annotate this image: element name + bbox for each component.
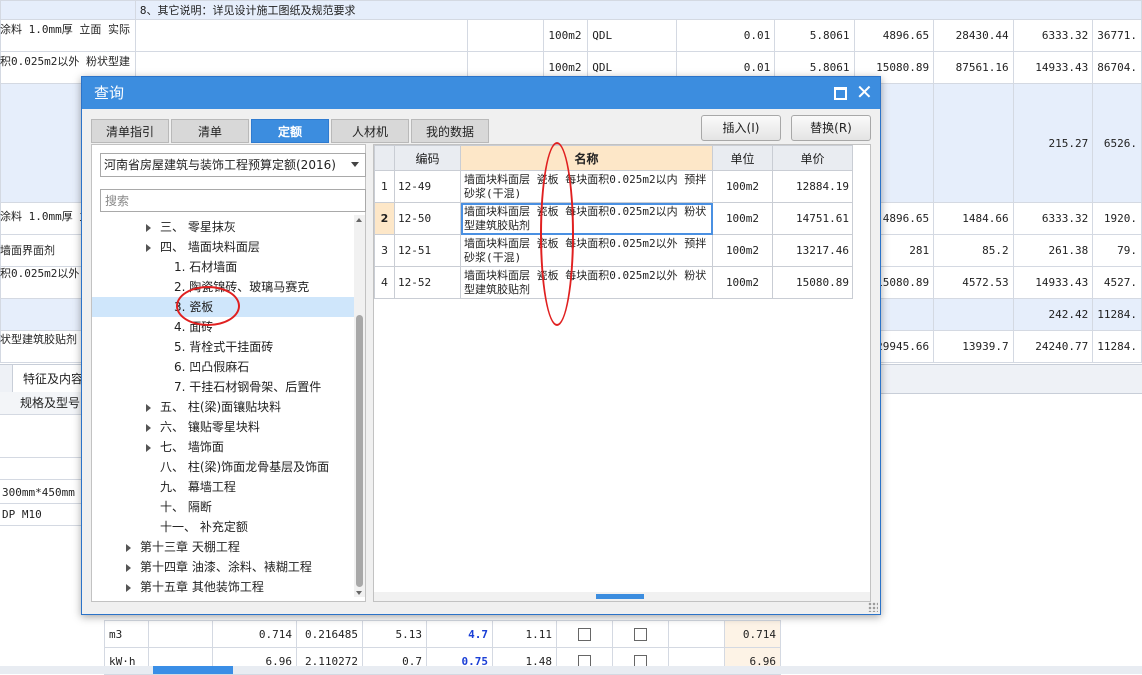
tree-item-label: 7. 干挂石材钢骨架、后置件	[174, 380, 322, 394]
dialog-titlebar[interactable]: 查询 ✕	[82, 77, 880, 109]
expand-arrow-icon[interactable]	[146, 424, 151, 432]
search-input[interactable]	[100, 189, 366, 212]
tree-item[interactable]: 十、 隔断	[92, 497, 354, 517]
tree-item-label: 5. 背栓式干挂面砖	[174, 340, 274, 354]
tree-item-label: 6. 凹凸假麻石	[174, 360, 250, 374]
tree-item[interactable]: 五、 柱(梁)面镶贴块料	[92, 397, 354, 417]
quota-grid: 编码 名称 单位 单价 1 12-49 墙面块料面层 瓷板 每块面积0.025m…	[374, 145, 853, 299]
tab-bill[interactable]: 清单	[171, 119, 249, 143]
expand-arrow-icon[interactable]	[126, 564, 131, 572]
expand-arrow-icon[interactable]	[146, 404, 151, 412]
tree-item-label: 十一、 补充定额	[160, 520, 248, 534]
checkbox[interactable]	[578, 627, 591, 641]
tree-item-label: 第十五章 其他装饰工程	[140, 580, 264, 594]
scroll-thumb[interactable]	[596, 594, 644, 599]
scroll-up-icon[interactable]	[356, 218, 362, 222]
insert-button[interactable]: 插入(I)	[701, 115, 781, 141]
tree-item[interactable]: 2. 陶瓷锦砖、玻璃马赛克	[92, 277, 354, 297]
tab-labor-material[interactable]: 人材机	[331, 119, 409, 143]
expand-arrow-icon[interactable]	[146, 224, 151, 232]
grid-scrollbar[interactable]	[374, 592, 870, 601]
replace-button[interactable]: 替换(R)	[791, 115, 871, 141]
quota-tree: 三、 零星抹灰四、 墙面块料面层 1. 石材墙面 2. 陶瓷锦砖、玻璃马赛克 3. 瓷…	[92, 215, 354, 597]
tree-item[interactable]: 1. 石材墙面	[92, 257, 354, 277]
tree-item[interactable]: 3. 瓷板	[92, 297, 354, 317]
row-desc: 涂料 1.0mm厚 立面 实际	[0, 23, 130, 36]
tree-item-label: 九、 幕墙工程	[160, 480, 236, 494]
tree-item-label: 三、 零星抹灰	[160, 220, 236, 234]
quota-grid-panel: 编码 名称 单位 单价 1 12-49 墙面块料面层 瓷板 每块面积0.025m…	[373, 144, 871, 602]
maximize-icon[interactable]	[834, 87, 847, 100]
tree-item-label: 六、 镶贴零星块料	[160, 420, 260, 434]
tree-item-label: 3. 瓷板	[174, 300, 214, 314]
tree-item[interactable]: 七、 墙饰面	[92, 437, 354, 457]
tree-item[interactable]: 第十五章 其他装饰工程	[92, 577, 354, 597]
quota-tree-panel: 河南省房屋建筑与装饰工程预算定额(2016) 三、 零星抹灰四、 墙面块料面层 1…	[91, 144, 366, 602]
tree-item-label: 七、 墙饰面	[160, 440, 224, 454]
table-row[interactable]: m3 0.714 0.216485 5.13 4.7 1.11 0.714	[104, 620, 781, 648]
tree-item-label: 第十三章 天棚工程	[140, 540, 240, 554]
chevron-down-icon	[351, 162, 359, 167]
tree-item[interactable]: 7. 干挂石材钢骨架、后置件	[92, 377, 354, 397]
table-row[interactable]: 3 12-51 墙面块料面层 瓷板 每块面积0.025m2以外 预拌砂浆(干混)…	[374, 234, 853, 267]
tree-item-label: 四、 墙面块料面层	[160, 240, 260, 254]
tree-scrollbar[interactable]	[354, 215, 365, 597]
checkbox[interactable]	[634, 627, 647, 641]
dialog-title: 查询	[94, 84, 125, 102]
table-row[interactable]: 100m2 QDL 0.01 5.8061 4896.65 28430.44 6…	[0, 19, 1142, 52]
expand-arrow-icon[interactable]	[146, 244, 151, 252]
tree-item[interactable]: 八、 柱(梁)饰面龙骨基层及饰面	[92, 457, 354, 477]
column-header-name[interactable]: 名称	[460, 145, 713, 171]
tree-item[interactable]: 三、 零星抹灰	[92, 217, 354, 237]
scroll-thumb[interactable]	[356, 315, 363, 587]
row-desc: 涂料 1.0mm厚 立	[0, 210, 91, 223]
resize-grip-icon[interactable]	[868, 602, 878, 612]
tab-quota[interactable]: 定额	[251, 119, 329, 143]
quota-library-select[interactable]: 河南省房屋建筑与装饰工程预算定额(2016)	[100, 153, 366, 177]
tree-item-label: 4. 面砖	[174, 320, 214, 334]
expand-arrow-icon[interactable]	[126, 584, 131, 592]
row-desc: 积0.025m2以外 粉状型建	[0, 55, 130, 68]
expand-arrow-icon[interactable]	[126, 544, 131, 552]
table-row[interactable]: 4 12-52 墙面块料面层 瓷板 每块面积0.025m2以外 粉状型建筑胶贴剂…	[374, 266, 853, 299]
expand-arrow-icon[interactable]	[146, 444, 151, 452]
tree-item[interactable]: 六、 镶贴零星块料	[92, 417, 354, 437]
table-row[interactable]: 2 12-50 墙面块料面层 瓷板 每块面积0.025m2以内 粉状型建筑胶贴剂…	[374, 202, 853, 235]
tree-item[interactable]: 四、 墙面块料面层	[92, 237, 354, 257]
tree-item[interactable]: 十一、 补充定额	[92, 517, 354, 537]
note-cell: 8、其它说明：详见设计施工图纸及规范要求	[134, 0, 1142, 20]
tree-item-label: 十、 隔断	[160, 500, 212, 514]
tree-item-label: 八、 柱(梁)饰面龙骨基层及饰面	[160, 460, 330, 474]
tree-item-label: 1. 石材墙面	[174, 260, 238, 274]
table-row[interactable]: 1 12-49 墙面块料面层 瓷板 每块面积0.025m2以内 预拌砂浆(干混)…	[374, 170, 853, 203]
tree-item[interactable]: 第十三章 天棚工程	[92, 537, 354, 557]
row-desc: 积0.025m2以外	[0, 267, 80, 280]
tree-item-label: 第十四章 油漆、涂料、裱糊工程	[140, 560, 312, 574]
tree-item[interactable]: 5. 背栓式干挂面砖	[92, 337, 354, 357]
column-header-unit[interactable]: 单位	[712, 145, 773, 171]
tree-item[interactable]: 第十四章 油漆、涂料、裱糊工程	[92, 557, 354, 577]
column-header-price[interactable]: 单价	[772, 145, 853, 171]
column-header-code[interactable]: 编码	[394, 145, 461, 171]
status-tab[interactable]	[153, 666, 233, 674]
tree-item-label: 2. 陶瓷锦砖、玻璃马赛克	[174, 280, 310, 294]
scroll-down-icon[interactable]	[356, 591, 362, 595]
row-desc: 状型建筑胶贴剂	[0, 333, 77, 346]
close-icon[interactable]: ✕	[856, 81, 873, 103]
tree-item-label: 五、 柱(梁)面镶贴块料	[160, 400, 282, 414]
query-dialog: 查询 ✕ 清单指引 清单 定额 人材机 我的数据 插入(I) 替换(R) 河南省…	[81, 76, 881, 615]
tree-item[interactable]: 4. 面砖	[92, 317, 354, 337]
tree-item[interactable]: 6. 凹凸假麻石	[92, 357, 354, 377]
tab-bill-guide[interactable]: 清单指引	[91, 119, 169, 143]
tab-my-data[interactable]: 我的数据	[411, 119, 489, 143]
grid-corner	[374, 145, 395, 171]
row-desc: 墙面界面剂	[0, 244, 55, 257]
tree-item[interactable]: 九、 幕墙工程	[92, 477, 354, 497]
